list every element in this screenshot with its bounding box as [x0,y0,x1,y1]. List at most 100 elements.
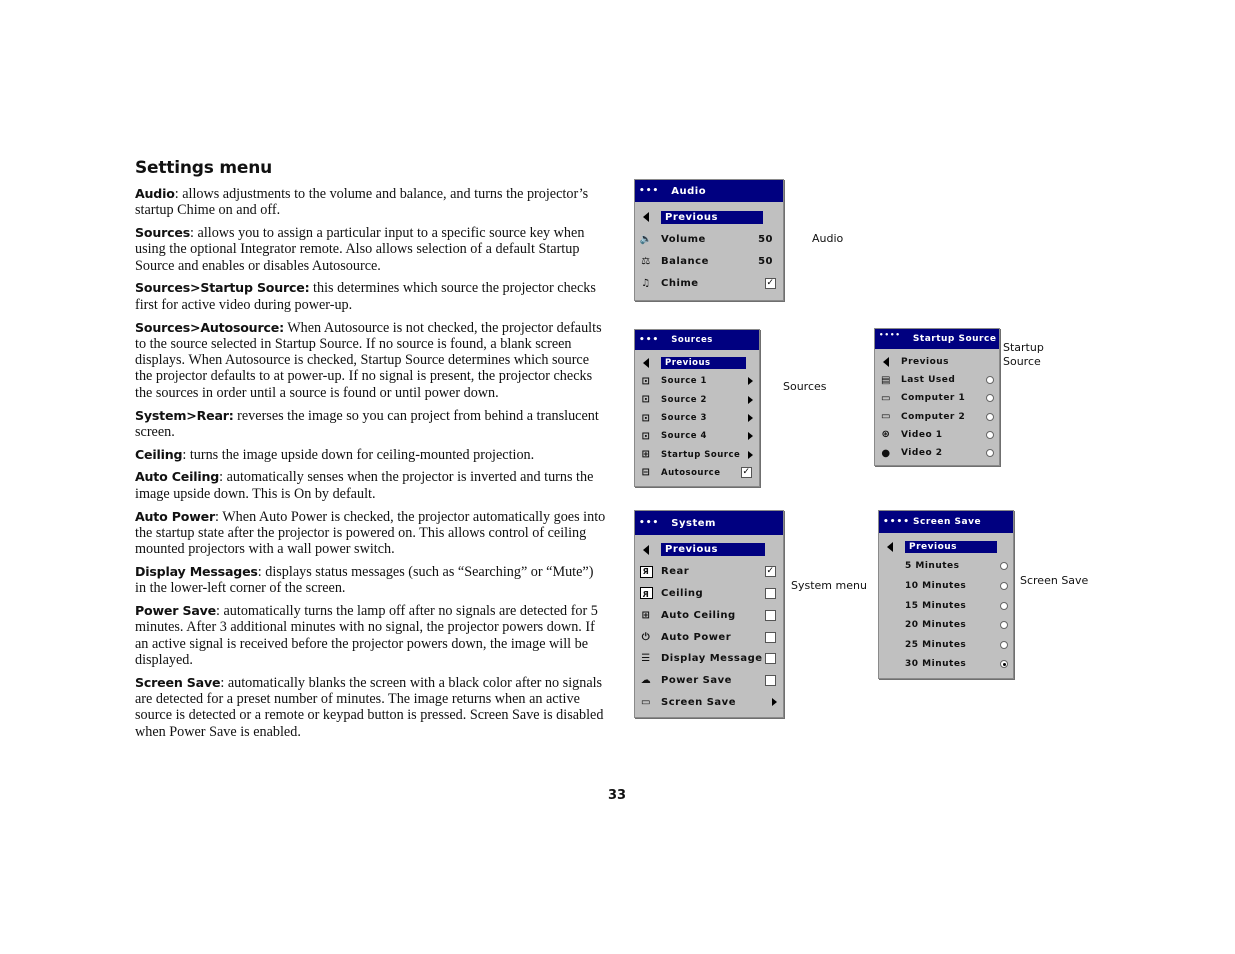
menu-item[interactable]: ⊟ Autosource ✓ [635,464,759,482]
definition-text: allows adjustments to the volume and bal… [135,186,589,219]
definition-term: Auto Power [135,508,216,524]
definition-term: Power Save [135,603,216,619]
checkbox-checked[interactable]: ✓ [741,467,752,479]
menu-item[interactable]: 25 Minutes [879,635,1013,655]
menu-item[interactable]: ⚖ Balance 50 [635,250,783,272]
menu-item-previous[interactable]: Previous [879,537,1013,557]
menu-item-label: 20 Minutes [905,620,967,631]
menu-item-label: Startup Source [661,449,741,460]
menu-item[interactable]: ☁ Power Save [635,670,783,692]
previous-label: Previous [901,357,950,368]
auto-ceiling-icon: ⊞ [641,609,651,621]
menu-item[interactable]: ♫ Chime ✓ [635,272,783,294]
menu-item[interactable]: ⏻ Auto Power [635,626,783,648]
definition-text: turns the image upside down for ceiling-… [189,446,535,463]
radio-unselected[interactable] [986,449,994,458]
definition-separator: : [220,674,228,691]
menu-item-previous[interactable]: Previous [875,353,999,371]
submenu-arrow-icon [748,395,753,404]
menu-item-previous[interactable]: Previous [635,354,759,372]
menu-item-label: Screen Save [661,696,736,708]
menu-item[interactable]: 10 Minutes [879,576,1013,596]
checkbox-unchecked[interactable] [765,653,776,665]
checkbox-unchecked[interactable] [765,675,776,687]
menu-item-previous[interactable]: Previous [635,539,783,561]
radio-unselected[interactable] [1000,581,1008,590]
menu-item[interactable]: Я Rear ✓ [635,561,783,583]
menu-item[interactable]: ⊡ Source 3 [635,409,759,427]
back-arrow-icon [881,540,899,553]
menu-item-previous[interactable]: Previous [635,206,783,228]
definition-text: allows you to assign a particular input … [135,225,585,274]
submenu-arrow-icon [748,450,753,459]
radio-unselected[interactable] [1000,621,1008,630]
startup-source-icon: ⊞ [641,449,651,461]
menu-item-label: 10 Minutes [905,580,967,591]
checkbox-checked[interactable]: ✓ [765,277,776,289]
menu-item[interactable]: 🔈 Volume 50 [635,228,783,250]
menu-item[interactable]: 15 Minutes [879,596,1013,616]
definition-paragraph: Display Messages: displays status messag… [135,564,607,597]
menu-item-label: Display Message [661,653,763,665]
auto-power-icon: ⏻ [641,631,651,643]
checkbox-unchecked[interactable] [765,609,776,621]
menu-item[interactable]: ⊡ Source 4 [635,427,759,445]
menu-title-bar: •••• Screen Save [879,511,1013,533]
definition-term: Sources>Autosource: [135,319,284,335]
menu-item[interactable]: ▭ Computer 1 [875,389,999,407]
menu-item-label: 15 Minutes [905,600,967,611]
system-caption: System menu [791,579,867,592]
radio-unselected[interactable] [986,430,994,439]
menu-item[interactable]: 5 Minutes [879,557,1013,577]
screen-save-caption: Screen Save [1020,574,1089,587]
submenu-arrow-icon [748,432,753,441]
last-used-icon: ▤ [881,374,891,386]
radio-unselected[interactable] [986,394,994,403]
menu-item-label: Source 2 [661,394,707,405]
menu-title-bar: •••• Startup Source [875,329,999,349]
radio-unselected[interactable] [1000,601,1008,610]
source-icon: ⊡ [641,375,651,387]
menu-item-label: Computer 2 [901,411,966,422]
paragraph-list: Audio: allows adjustments to the volume … [135,186,607,740]
menu-item[interactable]: 30 Minutes [879,655,1013,675]
radio-unselected[interactable] [986,376,994,385]
sources-menu: ••• Sources Previous ⊡ Source 1 ⊡ Source 2 ⊡ S… [634,329,760,487]
menu-item[interactable]: ⊞ Auto Ceiling [635,604,783,626]
checkbox-unchecked[interactable] [765,631,776,643]
menu-title-bar: ••• Sources [635,330,759,350]
radio-unselected[interactable] [1000,562,1008,571]
menu-level-dots: ••• [639,186,660,196]
blank-icon [881,560,899,573]
menu-item[interactable]: ꓤ Ceiling [635,583,783,605]
definition-paragraph: Screen Save: automatically blanks the sc… [135,675,607,740]
menu-item[interactable]: ⊛ Video 1 [875,426,999,444]
menu-item[interactable]: ▭ Computer 2 [875,408,999,426]
definition-term: Display Messages [135,563,258,579]
radio-selected[interactable] [1000,660,1008,669]
checkbox-unchecked[interactable] [765,587,776,599]
triangle-left-icon [643,212,649,222]
menu-item[interactable]: ⊡ Source 1 [635,372,759,390]
menu-item[interactable]: 20 Minutes [879,615,1013,635]
menu-title-bar: ••• System [635,511,783,535]
menu-item-value: 50 [758,255,773,267]
menu-item[interactable]: ▤ Last Used [875,371,999,389]
menu-item[interactable]: ⊞ Startup Source [635,445,759,463]
radio-unselected[interactable] [986,412,994,421]
system-menu: ••• System Previous Я Rear ✓ ꓤ Ceiling ⊞ Auto C… [634,510,784,718]
ceiling-icon: ꓤ [637,587,655,600]
definition-paragraph: Ceiling: turns the image upside down for… [135,447,607,463]
screen-save-menu: •••• Screen Save Previous 5 Minutes 10 Min… [878,510,1014,679]
computer-icon: ▭ [881,392,891,404]
definition-term: Sources [135,225,191,241]
menu-item[interactable]: ● Video 2 [875,444,999,462]
blank-icon [881,579,899,592]
menu-item[interactable]: ⊡ Source 2 [635,391,759,409]
menu-item-label: Rear [661,566,690,578]
radio-unselected[interactable] [1000,640,1008,649]
menu-item[interactable]: ▭ Screen Save [635,692,783,714]
startup-source-menu: •••• Startup Source Previous ▤ Last Used ▭ C… [874,328,1000,466]
menu-item[interactable]: ☰ Display Message [635,648,783,670]
checkbox-checked[interactable]: ✓ [765,566,776,578]
